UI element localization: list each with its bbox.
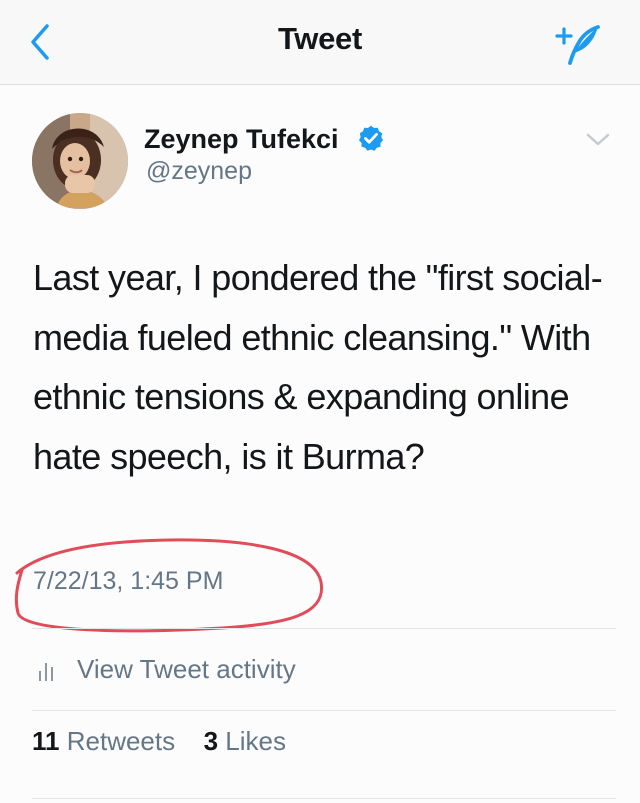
view-tweet-activity-button[interactable]: View Tweet activity <box>32 642 616 698</box>
view-tweet-activity-label: View Tweet activity <box>77 654 296 684</box>
divider <box>32 798 616 799</box>
author-handle[interactable]: @zeynep <box>146 157 252 186</box>
tweet-text: Last year, I pondered the "first social-… <box>33 257 603 477</box>
compose-tweet-icon <box>555 25 600 65</box>
tweet-author-header: Zeynep Tufekci @zeynep <box>0 96 640 216</box>
divider <box>32 628 616 629</box>
avatar[interactable] <box>32 113 128 209</box>
page-title: Tweet <box>277 21 363 56</box>
profile-avatar <box>32 113 128 209</box>
verified-badge-icon <box>357 124 385 152</box>
likes-count[interactable]: 3 <box>204 726 218 756</box>
likes-label[interactable]: Likes <box>225 726 286 756</box>
chevron-down-icon <box>586 133 610 146</box>
divider <box>32 710 616 711</box>
retweets-count[interactable]: 11 <box>32 726 60 756</box>
top-nav-bar: Tweet <box>0 0 640 85</box>
tweet-detail-screen: Tweet Zeynep Tufekci @zeynep Last year, … <box>0 0 640 803</box>
bar-chart-icon <box>39 663 53 681</box>
tweet-timestamp: 7/22/13, 1:45 PM <box>33 567 224 595</box>
more-options-button[interactable] <box>584 130 612 150</box>
retweets-label[interactable]: Retweets <box>67 726 175 756</box>
author-name[interactable]: Zeynep Tufekci <box>144 124 339 155</box>
compose-tweet-button[interactable] <box>550 20 610 68</box>
tweet-stats: 11 Retweets 3 Likes <box>32 726 616 784</box>
